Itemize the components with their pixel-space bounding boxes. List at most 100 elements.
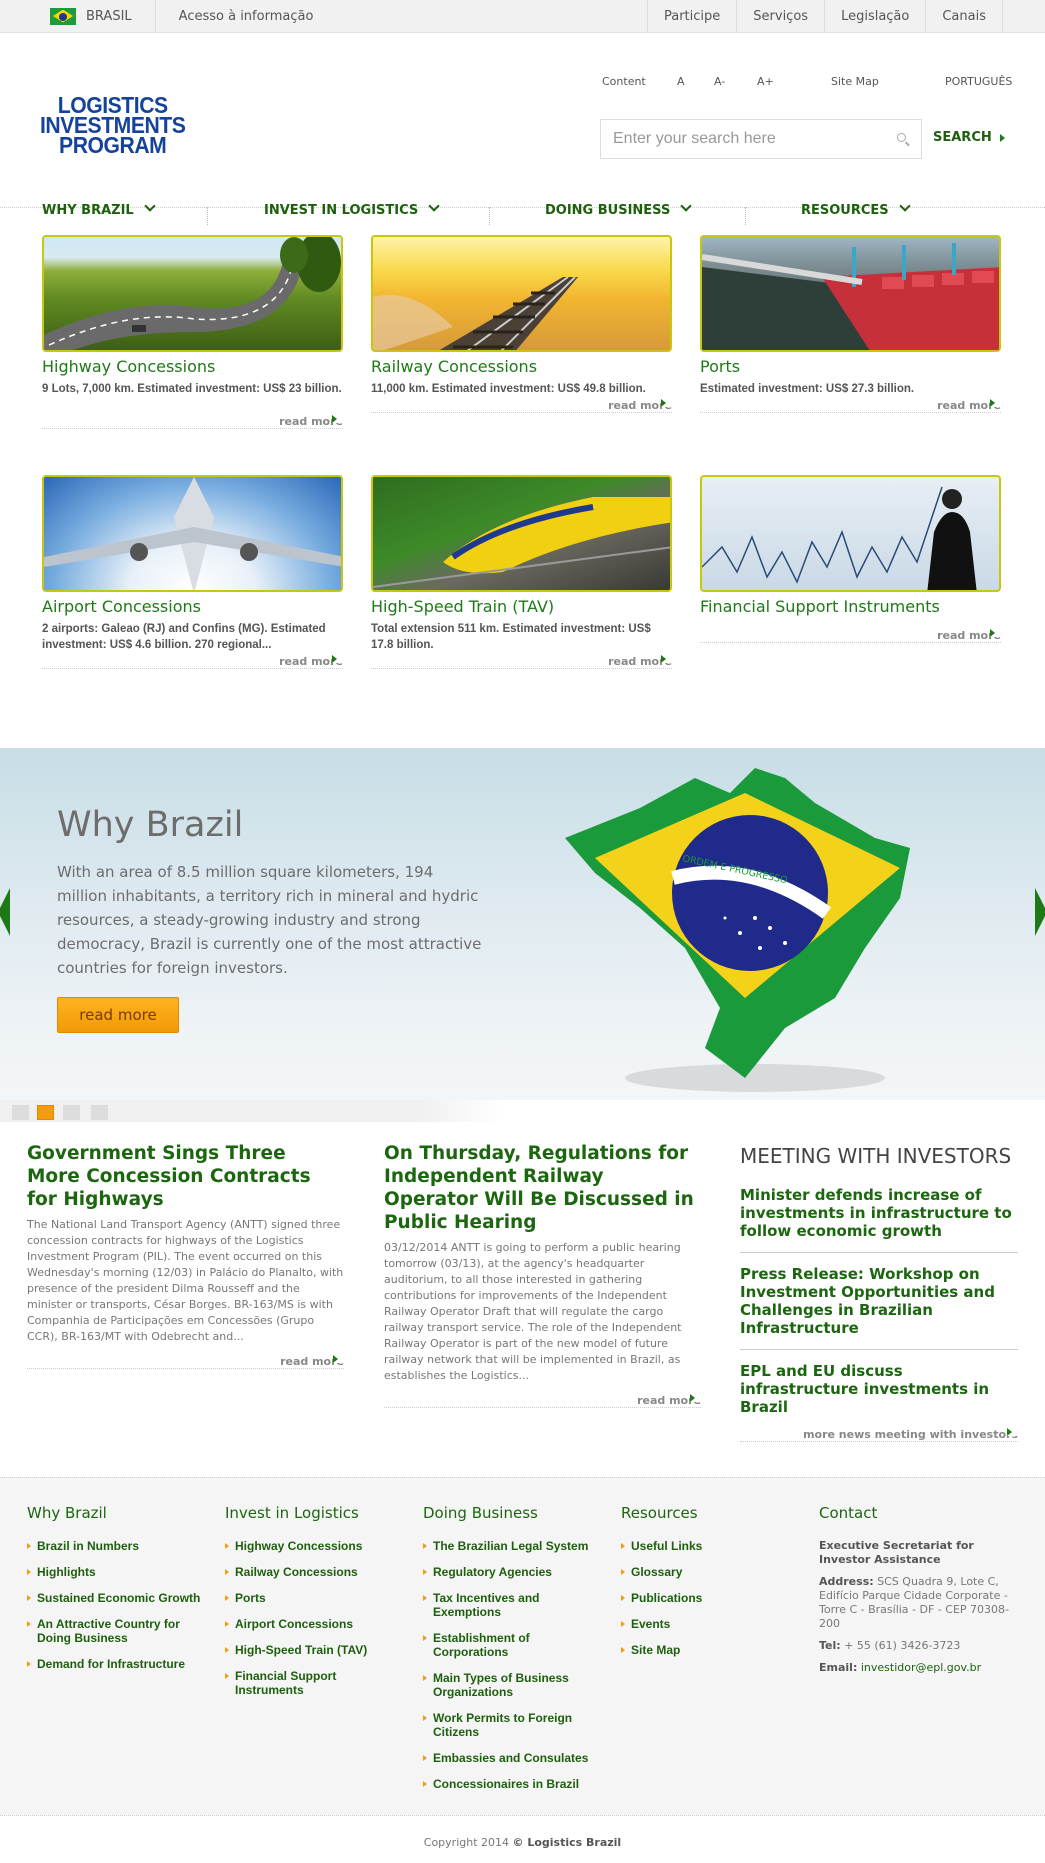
banner-read-more-button[interactable]: read more xyxy=(57,997,179,1033)
meeting-item[interactable]: EPL and EU discuss infrastructure invest… xyxy=(740,1350,1018,1428)
footer-heading[interactable]: Doing Business xyxy=(423,1504,598,1522)
tile-title[interactable]: Airport Concessions xyxy=(42,597,343,616)
brasil-link[interactable]: BRASIL xyxy=(50,0,156,32)
tile-title[interactable]: Railway Concessions xyxy=(371,357,672,376)
tile-title[interactable]: Ports xyxy=(700,357,1001,376)
font-normal-button[interactable]: A xyxy=(677,75,685,88)
gov-link-legislacao[interactable]: Legislação xyxy=(824,0,925,32)
slide-dot[interactable] xyxy=(63,1105,80,1120)
footer-link[interactable]: Brazil in Numbers xyxy=(27,1539,202,1553)
highway-image[interactable] xyxy=(42,235,343,352)
railway-image[interactable] xyxy=(371,235,672,352)
search-icon xyxy=(897,133,906,142)
gov-link-canais[interactable]: Canais xyxy=(925,0,1003,32)
copyright-text: Copyright 2014 xyxy=(423,1836,510,1849)
read-more-row: more news meeting with investors xyxy=(740,1428,1018,1442)
footer-link[interactable]: Main Types of Business Organizations xyxy=(423,1671,598,1699)
airport-image[interactable] xyxy=(42,475,343,592)
prev-slide-arrow-icon[interactable] xyxy=(0,888,10,936)
footer-heading[interactable]: Resources xyxy=(621,1504,796,1522)
footer-link[interactable]: Work Permits to Foreign Citizens xyxy=(423,1711,598,1739)
footer-link[interactable]: Demand for Infrastructure xyxy=(27,1657,202,1671)
address-label: Address: xyxy=(819,1575,874,1588)
slide-dot-active[interactable] xyxy=(37,1105,54,1120)
footer-link[interactable]: Useful Links xyxy=(621,1539,796,1553)
tile-description: 9 Lots, 7,000 km. Estimated investment: … xyxy=(42,383,342,395)
read-more-row: read more xyxy=(27,1355,344,1369)
site-logo[interactable]: LOGISTICS INVESTMENTS PROGRAM xyxy=(40,94,186,157)
news-excerpt: 03/12/2014 ANTT is going to perform a pu… xyxy=(384,1241,682,1382)
news-article: Government Sings Three More Concession C… xyxy=(27,1142,344,1369)
news-title[interactable]: Government Sings Three More Concession C… xyxy=(27,1142,344,1211)
tile-title[interactable]: Highway Concessions xyxy=(42,357,343,376)
footer-link[interactable]: Ports xyxy=(225,1591,400,1605)
footer-link[interactable]: High-Speed Train (TAV) xyxy=(225,1643,400,1657)
tile-financial-support: Financial Support Instruments read more xyxy=(700,475,1001,643)
content-link[interactable]: Content xyxy=(602,75,646,88)
arrow-right-icon xyxy=(1007,1428,1018,1436)
news-title[interactable]: On Thursday, Regulations for Independent… xyxy=(384,1142,701,1234)
footer-link[interactable]: An Attractive Country for Doing Business xyxy=(27,1617,202,1645)
gov-link-servicos[interactable]: Serviços xyxy=(736,0,824,32)
footer-link[interactable]: Sustained Economic Growth xyxy=(27,1591,202,1605)
footer-link[interactable]: Highway Concessions xyxy=(225,1539,400,1553)
gov-bar: BRASIL Acesso à informação Participe Ser… xyxy=(0,0,1045,33)
railway-illustration xyxy=(373,276,578,350)
footer-link[interactable]: Concessionaires in Brazil xyxy=(423,1777,598,1791)
arrow-right-icon xyxy=(999,133,1005,142)
finance-illustration xyxy=(702,486,977,590)
language-link[interactable]: PORTUGUÊS xyxy=(945,75,1012,88)
news-section: Government Sings Three More Concession C… xyxy=(0,1122,1045,1477)
copyright-bar: Copyright 2014 © Logistics Brazil xyxy=(0,1815,1045,1855)
slide-dot[interactable] xyxy=(12,1105,29,1120)
tile-highway: Highway Concessions 9 Lots, 7,000 km. Es… xyxy=(42,235,343,429)
tile-title[interactable]: Financial Support Instruments xyxy=(700,597,1001,616)
footer-link[interactable]: Establishment of Corporations xyxy=(423,1631,598,1659)
footer-link[interactable]: Embassies and Consulates xyxy=(423,1751,598,1765)
read-more-row: read more xyxy=(700,629,1001,643)
footer-link[interactable]: Events xyxy=(621,1617,796,1631)
tile-title[interactable]: High-Speed Train (TAV) xyxy=(371,597,672,616)
slide-dot[interactable] xyxy=(91,1105,108,1120)
footer-link[interactable]: Airport Concessions xyxy=(225,1617,400,1631)
contact-email-link[interactable]: investidor@epl.gov.br xyxy=(861,1661,981,1674)
footer-link[interactable]: Highlights xyxy=(27,1565,202,1579)
access-info-link[interactable]: Acesso à informação xyxy=(156,9,314,24)
read-more-row: read more xyxy=(371,399,672,413)
footer-link[interactable]: The Brazilian Legal System xyxy=(423,1539,598,1553)
site-map-link[interactable]: Site Map xyxy=(831,75,879,88)
footer-heading[interactable]: Invest in Logistics xyxy=(225,1504,400,1522)
font-smaller-button[interactable]: A- xyxy=(714,75,725,88)
arrow-right-icon xyxy=(661,399,672,407)
brazil-flag-icon xyxy=(50,7,76,25)
highway-illustration xyxy=(44,237,341,350)
footer-link[interactable]: Regulatory Agencies xyxy=(423,1565,598,1579)
footer-link[interactable]: Site Map xyxy=(621,1643,796,1657)
meeting-item[interactable]: Press Release: Workshop on Investment Op… xyxy=(740,1253,1018,1350)
read-more-row: read more xyxy=(42,415,343,429)
footer-link[interactable]: Publications xyxy=(621,1591,796,1605)
brazil-map-flag-illustration: ORDEM E PROGRESSO xyxy=(565,768,910,1092)
arrow-right-icon xyxy=(332,415,343,423)
gov-link-participe[interactable]: Participe xyxy=(646,0,736,32)
tile-description: 11,000 km. Estimated investment: US$ 49.… xyxy=(371,383,646,395)
ports-image[interactable] xyxy=(700,235,1001,352)
train-image[interactable] xyxy=(371,475,672,592)
search-button[interactable]: SEARCH xyxy=(933,130,1005,145)
footer-link[interactable]: Tax Incentives and Exemptions xyxy=(423,1591,598,1619)
meeting-item[interactable]: Minister defends increase of investments… xyxy=(740,1174,1018,1253)
financial-image[interactable] xyxy=(700,475,1001,592)
next-slide-arrow-icon[interactable] xyxy=(1035,888,1045,936)
font-larger-button[interactable]: A+ xyxy=(757,75,774,88)
footer-col-resources: Resources Useful Links Glossary Publicat… xyxy=(621,1504,796,1669)
footer-heading[interactable]: Why Brazil xyxy=(27,1504,202,1522)
footer-col-contact: Contact Executive Secretariat for Invest… xyxy=(819,1504,1014,1675)
tile-description: Total extension 511 km. Estimated invest… xyxy=(371,623,651,651)
footer-link[interactable]: Glossary xyxy=(621,1565,796,1579)
arrow-right-icon xyxy=(661,655,672,663)
search-placeholder: Enter your search here xyxy=(613,130,776,147)
search-input[interactable]: Enter your search here xyxy=(600,119,922,159)
footer-link[interactable]: Railway Concessions xyxy=(225,1565,400,1579)
footer-link[interactable]: Financial Support Instruments xyxy=(225,1669,400,1697)
read-more-row: read more xyxy=(700,399,1001,413)
